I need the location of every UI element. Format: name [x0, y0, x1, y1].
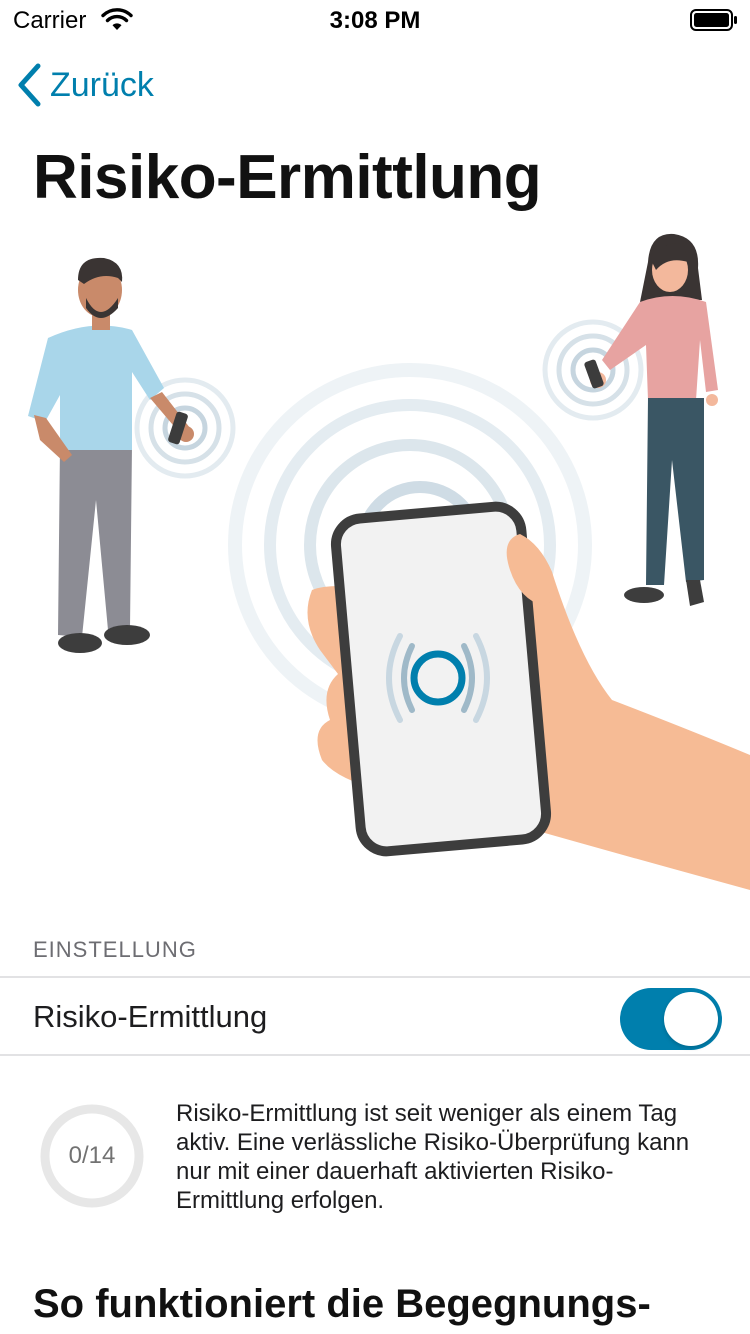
- settings-section-header: EINSTELLUNG: [33, 937, 197, 962]
- battery-icon: [690, 9, 737, 31]
- chevron-left-icon: [18, 63, 41, 107]
- woman-figure: [584, 233, 718, 606]
- hand-with-phone: [307, 501, 750, 890]
- page-title: Risiko-Ermittlung: [33, 143, 542, 212]
- hero-illustration: [28, 233, 750, 890]
- risk-detection-toggle[interactable]: [620, 988, 722, 1050]
- toggle-knob: [664, 992, 718, 1046]
- how-it-works-title: So funktioniert die Begegnungs-: [33, 1282, 651, 1326]
- status-time: 3:08 PM: [329, 7, 421, 34]
- status-bar: Carrier 3:08 PM: [0, 0, 750, 40]
- risk-detection-label: Risiko-Ermittlung: [33, 999, 268, 1034]
- back-button[interactable]: Zurück: [16, 62, 154, 108]
- back-label: Zurück: [50, 65, 154, 104]
- risk-detection-info-text: Risiko-Ermittlung ist seit weniger als e…: [176, 1100, 690, 1214]
- days-progress-label: 0/14: [68, 1142, 116, 1169]
- risk-detection-setting-row: Risiko-Ermittlung: [0, 976, 750, 1056]
